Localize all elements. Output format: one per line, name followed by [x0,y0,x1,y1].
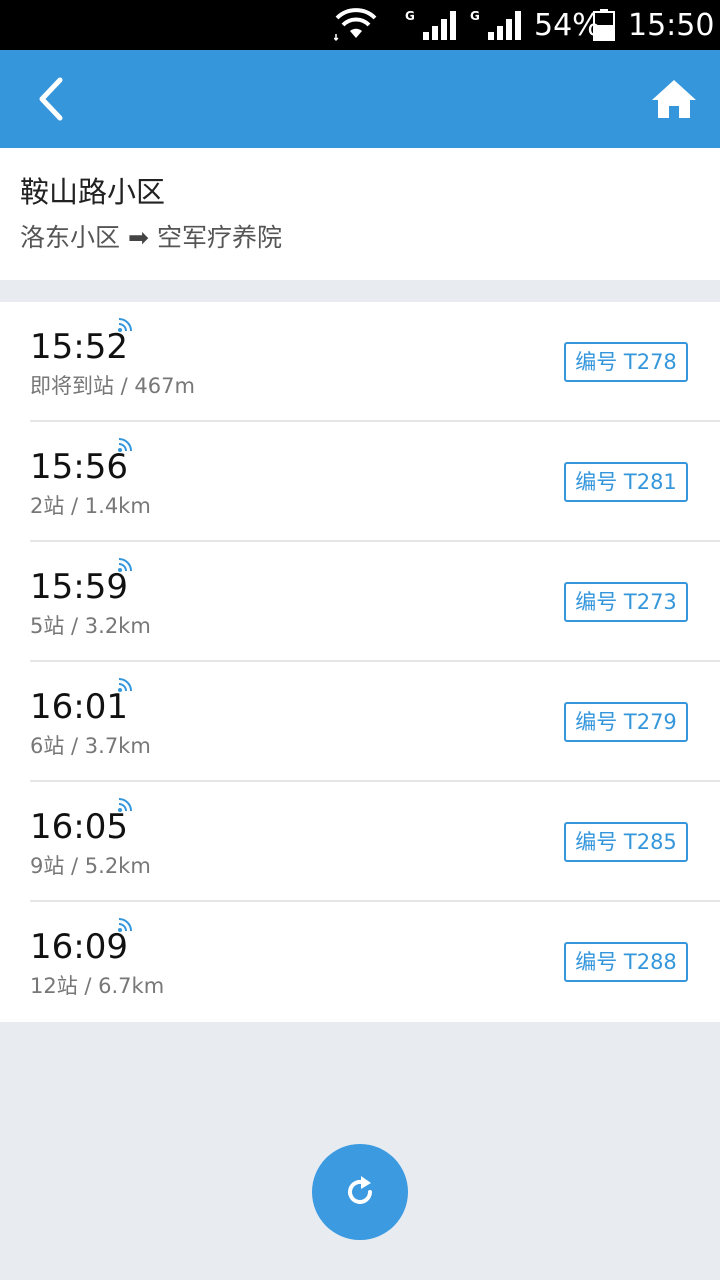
realtime-signal-icon [118,438,132,452]
signal-icon: G [470,9,521,40]
arrival-distance: 即将到站 / 467m [30,374,195,398]
signal-icon: G [405,9,456,40]
svg-text:G: G [405,9,415,23]
list-item[interactable]: 15:59 5站 / 3.2km 编号 T273 [0,542,720,662]
route-direction: 洛东小区 ➡ 空军疗养院 [20,221,282,255]
arrival-list: 15:52 即将到站 / 467m 编号 T278 15:56 2站 / 1.4… [0,302,720,1022]
realtime-signal-icon [118,798,132,812]
realtime-signal-icon [118,678,132,692]
bus-number-badge[interactable]: 编号 T273 [564,582,688,622]
home-icon [652,80,696,118]
route-destination: 空军疗养院 [156,223,282,252]
arrival-time: 15:59 [30,567,128,607]
route-info: 鞍山路小区 洛东小区 ➡ 空军疗养院 [0,148,720,280]
refresh-button[interactable] [312,1144,408,1240]
battery-icon [593,9,615,41]
battery-percentage: 54% [534,8,601,43]
bus-number-badge[interactable]: 编号 T288 [564,942,688,982]
back-button[interactable] [26,72,76,126]
app-header [0,50,720,148]
bus-number-badge[interactable]: 编号 T285 [564,822,688,862]
arrival-distance: 6站 / 3.7km [30,734,151,758]
home-button[interactable] [648,76,700,124]
arrival-time: 16:01 [30,687,128,727]
arrival-time: 16:09 [30,927,128,967]
arrival-distance: 5站 / 3.2km [30,614,151,638]
realtime-signal-icon [118,318,132,332]
bus-number-badge[interactable]: 编号 T278 [564,342,688,382]
list-item[interactable]: 16:09 12站 / 6.7km 编号 T288 [0,902,720,1022]
arrival-distance: 2站 / 1.4km [30,494,151,518]
stop-name: 鞍山路小区 [20,175,166,209]
route-origin: 洛东小区 [20,223,121,252]
arrow-right-icon: ➡ [128,223,149,252]
status-clock: 15:50 [628,8,715,43]
refresh-icon [348,1176,372,1204]
realtime-signal-icon [118,918,132,932]
wifi-icon [334,8,377,42]
bus-number-badge[interactable]: 编号 T281 [564,462,688,502]
bus-number-badge[interactable]: 编号 T279 [564,702,688,742]
arrival-time: 15:56 [30,447,128,487]
status-bar: G G 54% 15:50 [0,0,720,50]
arrival-distance: 9站 / 5.2km [30,854,151,878]
list-item[interactable]: 16:05 9站 / 5.2km 编号 T285 [0,782,720,902]
arrival-distance: 12站 / 6.7km [30,974,165,998]
list-item[interactable]: 15:52 即将到站 / 467m 编号 T278 [0,302,720,422]
list-item[interactable]: 15:56 2站 / 1.4km 编号 T281 [0,422,720,542]
list-item[interactable]: 16:01 6站 / 3.7km 编号 T279 [0,662,720,782]
svg-text:G: G [470,9,480,23]
arrival-time: 15:52 [30,327,128,367]
arrival-time: 16:05 [30,807,128,847]
chevron-left-icon [39,77,63,121]
realtime-signal-icon [118,558,132,572]
